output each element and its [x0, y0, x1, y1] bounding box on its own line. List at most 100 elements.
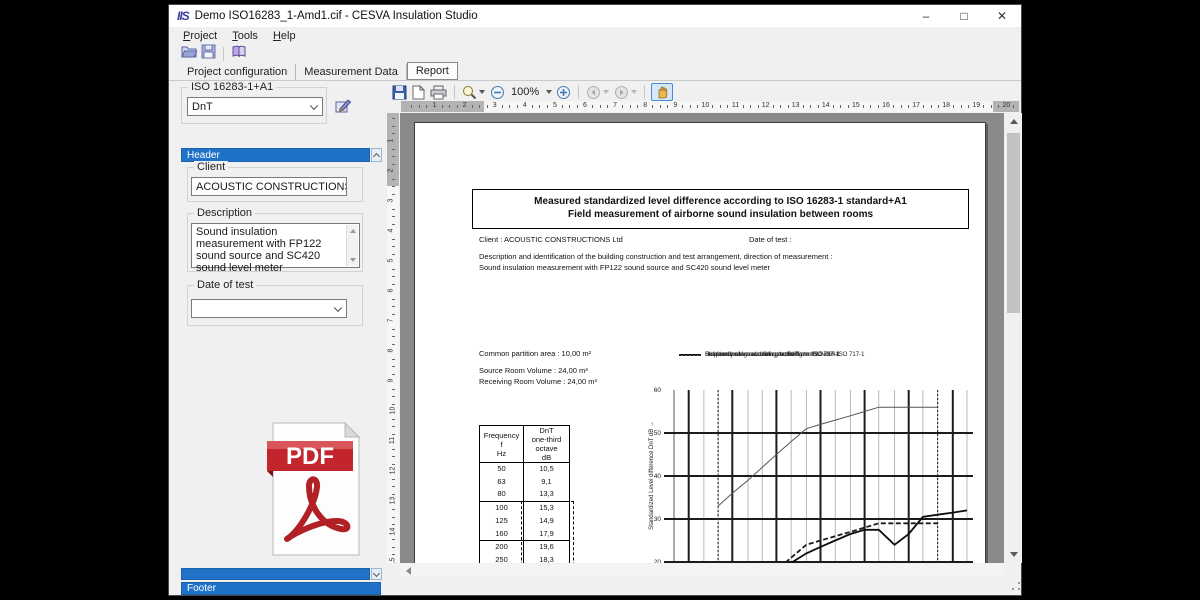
horizontal-scrollbar[interactable]	[400, 564, 1004, 577]
scroll-down-icon	[350, 258, 356, 262]
expand-arrow-icon	[373, 569, 380, 576]
standard-selected-value: DnT	[192, 101, 213, 113]
client-input[interactable]: ACOUSTIC CONSTRUCTIONS Ltd	[191, 177, 347, 196]
report-page: 6050403020 Measured standardized level d…	[414, 122, 986, 563]
maximize-button[interactable]: □	[945, 5, 983, 27]
report-toolbar: 100%	[391, 83, 1021, 101]
description-text: Sound insulation measurement with FP122 …	[196, 226, 321, 274]
collapsed-section-bar[interactable]	[181, 568, 370, 580]
textarea-scrollbar[interactable]	[346, 225, 358, 266]
toolbar-separator	[578, 85, 579, 99]
footer-section-bar[interactable]: Footer	[181, 582, 381, 595]
table-row: 8013,3	[480, 488, 570, 501]
hand-tool-icon[interactable]	[651, 83, 673, 101]
print-icon[interactable]	[429, 83, 448, 101]
save-report-icon[interactable]	[391, 83, 408, 101]
table-selection-dashed-box	[521, 501, 574, 563]
previous-page-caret-icon	[603, 90, 609, 94]
description-label: Description	[194, 207, 255, 219]
open-project-icon[interactable]	[181, 44, 197, 64]
scroll-down-button[interactable]	[1005, 546, 1022, 563]
main-toolbar	[169, 44, 1021, 63]
app-logo-icon: IIS	[177, 9, 189, 23]
chart-series	[718, 407, 938, 506]
legend-entry: Displaced reference curve according to t…	[679, 351, 864, 360]
window-controls: – □ ✕	[907, 5, 1021, 27]
window-title: Demo ISO16283_1-Amd1.cif - CESVA Insulat…	[195, 10, 478, 22]
vertical-scrollbar[interactable]	[1005, 113, 1022, 563]
client-label: Client	[194, 161, 228, 173]
vertical-scroll-thumb[interactable]	[1007, 133, 1020, 313]
standard-group-label: ISO 16283-1+A1	[188, 81, 276, 93]
zoom-tool-icon[interactable]	[461, 83, 486, 101]
zoom-out-icon[interactable]	[489, 83, 506, 101]
scroll-down-icon	[1010, 552, 1018, 557]
report-preview-area[interactable]: 6050403020 Measured standardized level d…	[400, 113, 1004, 563]
menu-item-tools[interactable]: Tools	[232, 30, 258, 42]
document-description-value: Sound insulation measurement with FP122 …	[479, 263, 770, 272]
resize-grip[interactable]	[1009, 579, 1022, 592]
document-date-line: Date of test :	[749, 235, 792, 244]
header-collapse-button[interactable]	[371, 148, 382, 162]
new-page-icon[interactable]	[411, 83, 426, 101]
chart-y-axis-label: Standardized Level difference DnT dB →	[649, 390, 655, 561]
description-textarea[interactable]: Sound insulation measurement with FP122 …	[191, 223, 360, 268]
title-bar: IIS Demo ISO16283_1-Amd1.cif - CESVA Ins…	[169, 5, 1021, 27]
scroll-left-icon	[406, 567, 411, 575]
date-of-test-label: Date of test	[194, 279, 256, 291]
date-of-test-select[interactable]	[191, 299, 347, 318]
tab-project-configuration[interactable]: Project configuration	[179, 64, 296, 80]
next-page-caret-icon	[631, 90, 637, 94]
document-client-line: Client : ACOUSTIC CONSTRUCTIONS Ltd	[479, 235, 623, 244]
collapse-arrow-icon	[373, 152, 380, 159]
tab-strip: Project configurationMeasurement DataRep…	[169, 62, 1021, 80]
help-manual-icon[interactable]	[231, 44, 247, 64]
header-section-label: Header	[187, 150, 220, 161]
menu-bar: Project Tools Help	[169, 27, 1021, 44]
collapsed-section-button[interactable]	[371, 568, 382, 580]
pdf-export-icon[interactable]: PDF	[257, 417, 367, 564]
document-title-box: Measured standardized level difference a…	[472, 189, 969, 229]
document-title-line1: Measured standardized level difference a…	[534, 196, 907, 207]
close-button[interactable]: ✕	[983, 5, 1021, 27]
chevron-down-icon	[310, 101, 318, 109]
chevron-down-icon	[334, 303, 342, 311]
next-page-icon[interactable]	[613, 83, 638, 101]
table-column-header: FrequencyfHz	[480, 426, 524, 463]
document-description-label: Description and identification of the bu…	[479, 252, 833, 261]
table-column-header: DnTone-thirdoctavedB	[524, 426, 570, 463]
zoom-level-caret-icon[interactable]	[546, 90, 552, 94]
table-row: 5010,5	[480, 463, 570, 476]
toolbar-separator	[454, 85, 455, 99]
zoom-tool-caret-icon	[479, 90, 485, 94]
svg-text:PDF: PDF	[286, 443, 334, 470]
scroll-up-button[interactable]	[1005, 113, 1022, 130]
menu-item-project[interactable]: Project	[183, 30, 217, 42]
header-section-bar[interactable]: Header	[181, 148, 370, 162]
previous-page-icon[interactable]	[585, 83, 610, 101]
document-partition-area: Common partition area : 10,00 m²	[479, 349, 591, 358]
tab-report[interactable]: Report	[407, 62, 458, 80]
zoom-in-icon[interactable]	[555, 83, 572, 101]
app-window: IIS Demo ISO16283_1-Amd1.cif - CESVA Ins…	[168, 4, 1022, 596]
toolbar-separator	[223, 47, 224, 61]
document-source-volume: Source Room Volume : 24,00 m³	[479, 366, 588, 375]
toolbar-separator	[644, 85, 645, 99]
footer-section-label: Footer	[187, 583, 216, 594]
menu-item-help[interactable]: Help	[273, 30, 296, 42]
horizontal-ruler: 123456789101112131415161718192021	[401, 101, 1019, 112]
scroll-up-icon	[350, 229, 356, 233]
minimize-button[interactable]: –	[907, 5, 945, 27]
table-row: 639,1	[480, 476, 570, 489]
document-title-line2: Field measurement of airborne sound insu…	[568, 209, 873, 220]
standard-select[interactable]: DnT	[187, 97, 323, 116]
zoom-level-value: 100%	[509, 86, 541, 98]
tab-measurement-data[interactable]: Measurement Data	[296, 64, 407, 80]
vertical-ruler: 123456789101112131415	[387, 113, 399, 563]
desktop-background: IIS Demo ISO16283_1-Amd1.cif - CESVA Ins…	[0, 0, 1200, 600]
content-divider	[169, 80, 1021, 81]
save-project-icon[interactable]	[201, 44, 216, 64]
document-receiving-volume: Receiving Room Volume : 24,00 m³	[479, 377, 597, 386]
scroll-up-icon	[1010, 119, 1018, 124]
edit-report-icon[interactable]	[335, 98, 352, 119]
